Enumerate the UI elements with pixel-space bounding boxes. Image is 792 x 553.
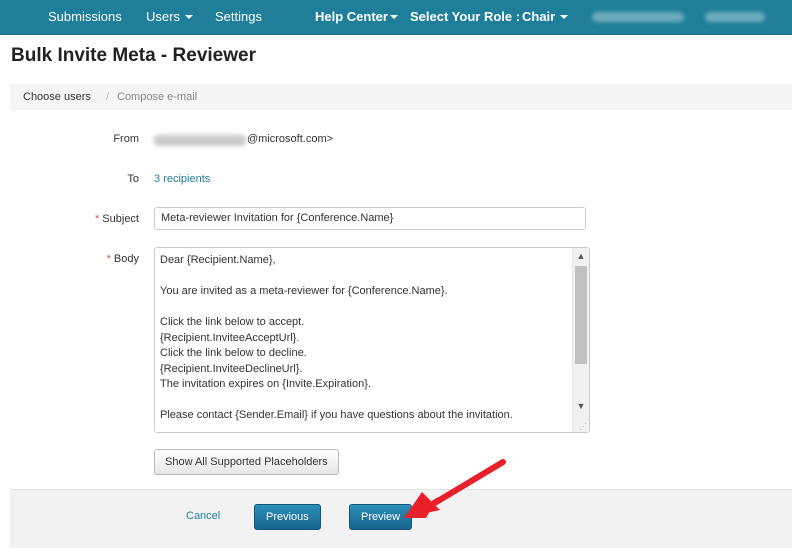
body-scrollbar[interactable]: ▲ ▼ [572,248,589,432]
from-label: From [113,133,139,145]
preview-button[interactable]: Preview [349,504,413,530]
cancel-link[interactable]: Cancel [186,510,220,522]
nav-submissions[interactable]: Submissions [48,0,122,34]
scroll-down-icon[interactable]: ▼ [576,400,586,412]
nav-help-center-label: Help Center [315,9,388,24]
redacted-sender-name [154,135,246,146]
to-recipients-link[interactable]: 3 recipients [154,173,210,185]
nav-settings[interactable]: Settings [215,0,262,34]
caret-down-icon [389,14,398,19]
caret-down-icon [560,14,569,19]
to-label: To [127,173,139,185]
nav-users[interactable]: Users [146,0,193,34]
redacted-user-name [592,12,684,22]
required-marker: * [106,253,111,265]
nav-role-label: Select Your Role : [410,9,521,24]
subject-input[interactable]: Meta-reviewer Invitation for {Conference… [154,207,586,230]
resize-grip-icon[interactable]: ⋰ [579,422,587,431]
body-label-text: Body [113,253,139,265]
body-label: * Body [39,253,139,265]
page-title: Bulk Invite Meta - Reviewer [11,45,256,66]
nav-help-center[interactable]: Help Center [315,0,398,34]
breadcrumb: Choose users / Compose e-mail [10,84,792,110]
body-textarea[interactable]: Dear {Recipient.Name}, You are invited a… [154,247,590,433]
previous-button[interactable]: Previous [254,504,321,530]
from-value: @microsoft.com> [247,133,334,145]
required-marker: * [95,213,100,225]
body-text: Dear {Recipient.Name}, You are invited a… [160,254,513,421]
nav-users-label: Users [146,9,180,24]
show-placeholders-button[interactable]: Show All Supported Placeholders [154,449,339,475]
scroll-up-icon[interactable]: ▲ [576,250,586,262]
breadcrumb-choose-users[interactable]: Choose users [23,84,91,110]
nav-role-chair[interactable]: Chair [522,0,569,34]
redacted-user-menu[interactable] [705,12,765,22]
subject-label-text: Subject [102,213,139,225]
subject-label: * Subject [39,213,139,225]
breadcrumb-separator: / [106,91,110,103]
scrollbar-thumb[interactable] [575,266,587,364]
top-navbar: Submissions Users Settings Help Center S… [0,0,792,35]
caret-down-icon [184,14,193,19]
nav-role-chair-label: Chair [522,9,556,24]
breadcrumb-compose-email: Compose e-mail [117,91,198,103]
